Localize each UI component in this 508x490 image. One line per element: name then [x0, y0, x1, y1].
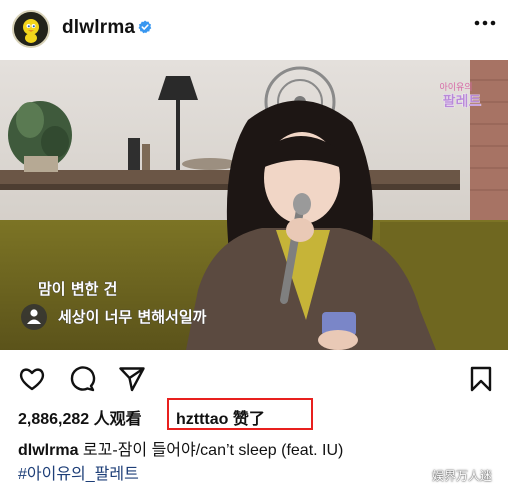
- watermark: 娱界万人迷: [432, 469, 493, 483]
- liked-suffix: 赞了: [232, 411, 265, 428]
- caption: dlwlrma 로꼬-잠이 들어야/can’t sleep (feat. IU): [18, 436, 343, 460]
- user-tag-icon[interactable]: [21, 304, 47, 330]
- svg-text:아이유의: 아이유의: [439, 82, 472, 93]
- view-count: 2,886,282 人观看: [18, 411, 142, 428]
- verified-badge-icon: [138, 20, 152, 34]
- heart-icon[interactable]: [18, 365, 46, 393]
- caption-username[interactable]: dlwlrma: [18, 442, 78, 459]
- liked-by-user[interactable]: hztttao: [176, 411, 228, 428]
- post-header: dlwlrma: [0, 0, 508, 58]
- subtitle-line-2: 세상이 너무 변해서일까: [58, 308, 207, 326]
- video-frame: 아이유의 팔레트 맘이 변한 건 세상이 너무 변해서일까: [0, 60, 508, 350]
- send-icon[interactable]: [118, 365, 146, 393]
- svg-text:팔레트: 팔레트: [443, 93, 482, 110]
- liked-by[interactable]: hztttao 赞了: [176, 405, 265, 429]
- subtitle-line-1: 맘이 변한 건: [38, 280, 117, 298]
- video-player[interactable]: 아이유의 팔레트 맘이 변한 건 세상이 너무 변해서일까: [0, 60, 508, 350]
- caption-text: 로꼬-잠이 들어야/can’t sleep (feat. IU): [82, 442, 344, 459]
- comment-icon[interactable]: [68, 365, 96, 393]
- username[interactable]: dlwlrma: [62, 17, 135, 39]
- avatar[interactable]: [12, 10, 50, 48]
- bookmark-icon[interactable]: [467, 365, 495, 393]
- action-bar: [0, 352, 508, 402]
- hashtag-link[interactable]: #아이유의_팔레트: [18, 460, 139, 484]
- more-dots-icon[interactable]: [474, 20, 496, 26]
